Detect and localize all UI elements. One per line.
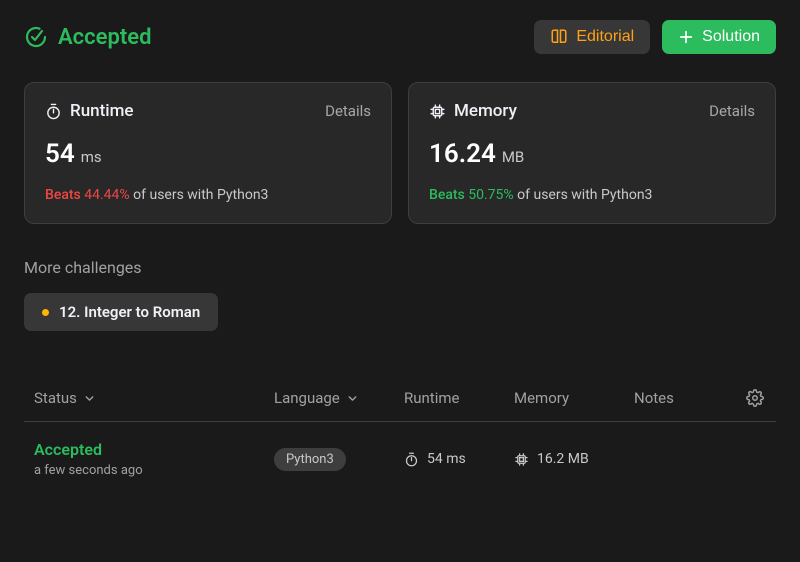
column-runtime[interactable]: Runtime	[404, 389, 514, 407]
more-challenges-title: More challenges	[24, 258, 776, 277]
memory-value: 16.24	[429, 139, 496, 169]
challenge-item[interactable]: 12. Integer to Roman	[24, 293, 218, 331]
runtime-card: Runtime Details 54 ms Beats 44.44% of us…	[24, 82, 392, 224]
memory-beats-text: Beats 50.75% of users with Python3	[429, 187, 755, 203]
book-icon	[550, 28, 568, 46]
gear-icon[interactable]	[746, 389, 764, 407]
solution-button[interactable]: Solution	[662, 20, 776, 54]
row-timestamp: a few seconds ago	[34, 463, 274, 478]
runtime-value: 54	[45, 139, 75, 169]
memory-title: Memory	[454, 101, 517, 121]
status-heading: Accepted	[24, 25, 151, 50]
column-notes[interactable]: Notes	[634, 389, 734, 407]
status-label: Accepted	[58, 25, 151, 50]
challenge-label: 12. Integer to Roman	[59, 303, 200, 321]
language-pill: Python3	[274, 448, 346, 471]
row-status-label: Accepted	[34, 440, 274, 459]
column-language[interactable]: Language	[274, 389, 404, 407]
stopwatch-icon	[404, 452, 419, 467]
difficulty-dot-icon	[42, 309, 49, 316]
runtime-title: Runtime	[70, 101, 134, 121]
chip-icon	[429, 103, 446, 120]
chip-icon	[514, 452, 529, 467]
runtime-unit: ms	[81, 148, 102, 166]
table-row[interactable]: Accepted a few seconds ago Python3 54 ms…	[24, 422, 776, 492]
plus-icon	[678, 29, 694, 45]
stopwatch-icon	[45, 103, 62, 120]
runtime-details-link[interactable]: Details	[325, 102, 371, 120]
submissions-table-header: Status Language Runtime Memory Notes	[24, 375, 776, 422]
column-memory[interactable]: Memory	[514, 389, 634, 407]
editorial-label: Editorial	[576, 28, 634, 46]
solution-label: Solution	[702, 28, 760, 46]
memory-card: Memory Details 16.24 MB Beats 50.75% of …	[408, 82, 776, 224]
runtime-beats-text: Beats 44.44% of users with Python3	[45, 187, 371, 203]
row-memory-cell: 16.2 MB	[514, 451, 634, 467]
chevron-down-icon	[83, 392, 96, 405]
row-runtime-cell: 54 ms	[404, 451, 514, 467]
check-circle-icon	[24, 25, 48, 49]
memory-details-link[interactable]: Details	[709, 102, 755, 120]
chevron-down-icon	[346, 392, 359, 405]
column-status[interactable]: Status	[34, 389, 274, 407]
memory-unit: MB	[502, 148, 524, 166]
editorial-button[interactable]: Editorial	[534, 20, 650, 54]
